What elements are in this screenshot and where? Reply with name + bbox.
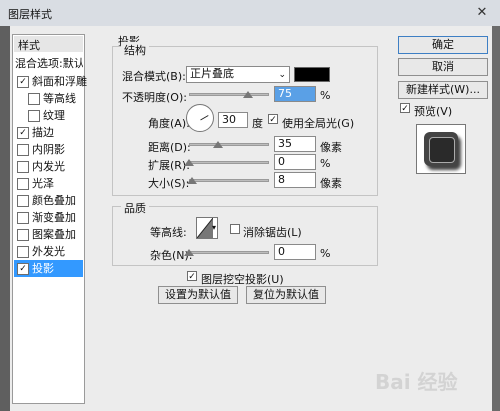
opacity-unit: % [320, 89, 331, 102]
style-list-item-label: 颜色叠加 [32, 194, 76, 207]
style-list-item-label: 等高线 [43, 92, 76, 105]
style-preview-thumbnail [416, 124, 466, 174]
structure-title: 结构 [121, 42, 149, 58]
chevron-down-icon: ⌄ [278, 70, 286, 80]
style-list-item[interactable]: 图案叠加 [14, 226, 83, 243]
contour-dropdown-icon[interactable]: ▾ [212, 223, 216, 232]
contour-label: 等高线: [150, 226, 187, 239]
size-label: 大小(S): [148, 177, 190, 190]
style-list-item-label: 光泽 [32, 177, 54, 190]
style-list-item-label: 外发光 [32, 245, 65, 258]
style-list-item-label: 投影 [32, 262, 54, 275]
title-bar [0, 0, 500, 26]
blend-options-item[interactable]: 混合选项:默认 [15, 55, 83, 71]
angle-dial[interactable] [186, 104, 214, 132]
style-list-item[interactable]: 内阴影 [14, 141, 83, 158]
angle-unit: 度 [252, 117, 263, 130]
shadow-color-swatch[interactable] [294, 67, 330, 82]
blend-mode-value: 正片叠底 [190, 67, 234, 80]
style-list-item[interactable]: ✓ 斜面和浮雕 [14, 73, 87, 90]
opacity-label: 不透明度(O): [122, 91, 187, 104]
style-list-item[interactable]: 等高线 [14, 90, 83, 107]
style-list-item[interactable]: 颜色叠加 [14, 192, 83, 209]
style-list-item[interactable]: 光泽 [14, 175, 83, 192]
angle-input[interactable]: 30 [218, 112, 248, 128]
new-style-button[interactable]: 新建样式(W)... [398, 81, 488, 99]
distance-unit: 像素 [320, 141, 342, 154]
preview-shape-inner [429, 137, 455, 163]
antialias-label: 消除锯齿(L) [243, 226, 302, 239]
knockout-checkbox[interactable]: ✓ [187, 271, 197, 282]
style-list-item-label: 渐变叠加 [32, 211, 76, 224]
style-list-checkbox[interactable] [17, 195, 29, 207]
style-list-checkbox[interactable] [28, 93, 40, 105]
opacity-input[interactable]: 75 [274, 86, 316, 102]
distance-slider-thumb[interactable] [213, 141, 223, 148]
style-list-checkbox[interactable] [17, 246, 29, 258]
cancel-button[interactable]: 取消 [398, 58, 488, 76]
blend-mode-select[interactable]: 正片叠底 ⌄ [186, 66, 290, 83]
size-slider-track[interactable] [189, 179, 269, 182]
preview-checkbox[interactable]: ✓ [400, 103, 410, 114]
style-list-header: 样式 [18, 39, 40, 52]
opacity-slider-track[interactable] [189, 93, 269, 96]
background-strip-right [492, 26, 500, 411]
watermark: Bai 经验 [375, 370, 458, 394]
opacity-slider-thumb[interactable] [243, 91, 253, 98]
size-unit: 像素 [320, 177, 342, 190]
global-light-checkbox[interactable]: ✓ [268, 114, 278, 125]
background-strip-left [0, 26, 10, 411]
preview-shape [424, 132, 458, 166]
antialias-checkbox[interactable] [230, 224, 240, 234]
style-list-item-label: 纹理 [43, 109, 65, 122]
size-input[interactable]: 8 [274, 172, 316, 188]
distance-label: 距离(D): [148, 141, 191, 154]
spread-slider-thumb[interactable] [184, 159, 194, 166]
style-list-checkbox[interactable] [17, 161, 29, 173]
style-list-item-label: 内阴影 [32, 143, 65, 156]
noise-slider-track[interactable] [189, 251, 269, 254]
ok-button[interactable]: 确定 [398, 36, 488, 54]
style-list-checkbox[interactable] [17, 178, 29, 190]
style-list-item[interactable]: 纹理 [14, 107, 83, 124]
style-list-checkbox[interactable]: ✓ [17, 263, 29, 275]
style-list-item-label: 描边 [32, 126, 54, 139]
quality-title: 品质 [121, 200, 149, 216]
contour-curve-icon [196, 217, 214, 239]
style-list-item[interactable]: ✓ 投影 [14, 260, 83, 277]
style-list-item[interactable]: 内发光 [14, 158, 83, 175]
noise-slider-thumb[interactable] [184, 249, 194, 256]
style-list-item[interactable]: 渐变叠加 [14, 209, 83, 226]
style-list-checkbox[interactable]: ✓ [17, 76, 29, 88]
spread-unit: % [320, 157, 331, 170]
style-list-checkbox[interactable] [17, 144, 29, 156]
style-list-checkbox[interactable]: ✓ [17, 127, 29, 139]
noise-input[interactable]: 0 [274, 244, 316, 260]
close-button[interactable]: ✕ [474, 5, 490, 21]
knockout-label: 图层挖空投影(U) [201, 273, 284, 286]
style-list-checkbox[interactable] [17, 229, 29, 241]
spread-input[interactable]: 0 [274, 154, 316, 170]
style-list-item-label: 图案叠加 [32, 228, 76, 241]
global-light-label: 使用全局光(G) [282, 117, 355, 130]
reset-default-button[interactable]: 复位为默认值 [246, 286, 326, 304]
noise-unit: % [320, 247, 331, 260]
style-list-item-label: 内发光 [32, 160, 65, 173]
style-list-item[interactable]: ✓ 描边 [14, 124, 83, 141]
spread-slider-track[interactable] [189, 161, 269, 164]
contour-picker[interactable]: ▾ [196, 217, 218, 239]
angle-dial-needle [200, 115, 209, 121]
style-list-checkbox[interactable] [28, 110, 40, 122]
style-list-item-label: 斜面和浮雕 [32, 75, 87, 88]
set-default-button[interactable]: 设置为默认值 [158, 286, 238, 304]
angle-label: 角度(A): [148, 117, 190, 130]
size-slider-thumb[interactable] [187, 177, 197, 184]
style-list-checkbox[interactable] [17, 212, 29, 224]
window-title: 图层样式 [8, 8, 52, 21]
blend-mode-label: 混合模式(B): [122, 70, 186, 83]
distance-slider-track[interactable] [189, 143, 269, 146]
style-list-item[interactable]: 外发光 [14, 243, 83, 260]
preview-label: 预览(V) [414, 105, 453, 118]
distance-input[interactable]: 35 [274, 136, 316, 152]
